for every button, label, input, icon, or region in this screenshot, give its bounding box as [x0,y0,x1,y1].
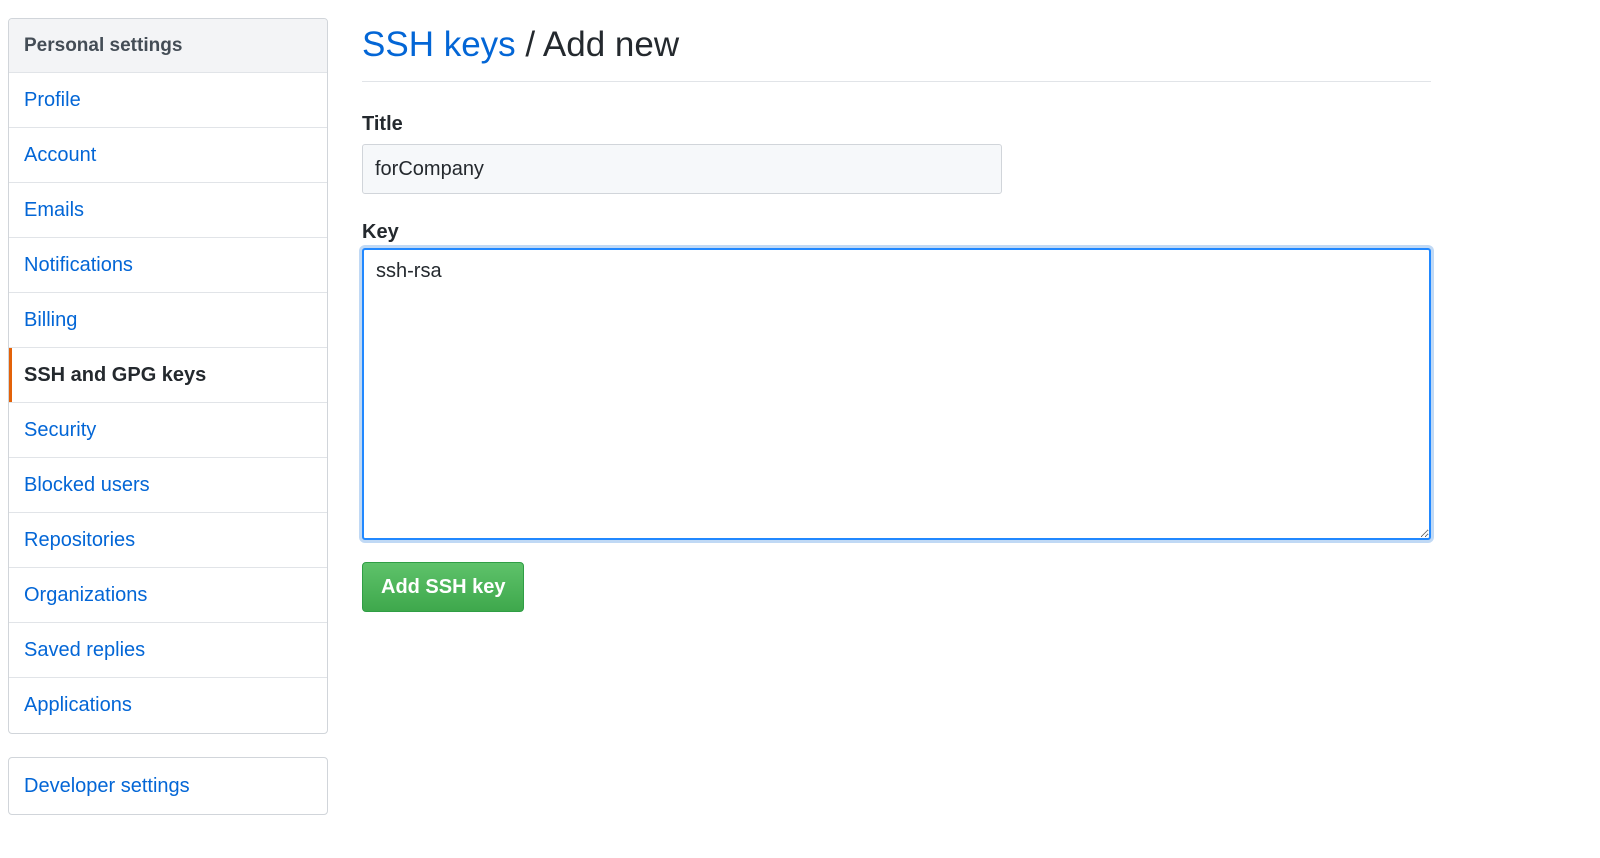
sidebar-item-billing[interactable]: Billing [9,293,327,348]
sidebar-item-profile[interactable]: Profile [9,73,327,128]
sidebar-item-account[interactable]: Account [9,128,327,183]
settings-sidebar: Personal settings Profile Account Emails… [8,18,328,815]
sidebar-item-repositories[interactable]: Repositories [9,513,327,568]
sidebar-item-applications[interactable]: Applications [9,678,327,733]
breadcrumb-ssh-keys-link[interactable]: SSH keys [362,25,516,64]
sidebar-item-notifications[interactable]: Notifications [9,238,327,293]
title-label: Title [362,113,403,135]
sidebar-item-saved-replies[interactable]: Saved replies [9,623,327,678]
sidebar-item-security[interactable]: Security [9,403,327,458]
personal-settings-menu: Personal settings Profile Account Emails… [8,18,328,734]
title-input[interactable] [362,144,1002,194]
developer-settings-menu: Developer settings [8,757,328,815]
sidebar-item-ssh-gpg-keys[interactable]: SSH and GPG keys [9,348,327,403]
key-textarea[interactable]: ssh-rsa [362,248,1431,540]
sidebar-item-blocked-users[interactable]: Blocked users [9,458,327,513]
sidebar-item-organizations[interactable]: Organizations [9,568,327,623]
add-ssh-key-button[interactable]: Add SSH key [362,562,525,612]
key-label: Key [362,221,399,243]
menu-heading: Personal settings [9,19,327,73]
page-title: SSH keys / Add new [362,18,1431,82]
breadcrumb-separator: / [525,25,536,64]
sidebar-item-emails[interactable]: Emails [9,183,327,238]
main-content: SSH keys / Add new Title Key ssh-rsa Add… [362,18,1431,612]
sidebar-item-developer-settings[interactable]: Developer settings [9,758,327,814]
breadcrumb-current: Add new [542,25,680,64]
